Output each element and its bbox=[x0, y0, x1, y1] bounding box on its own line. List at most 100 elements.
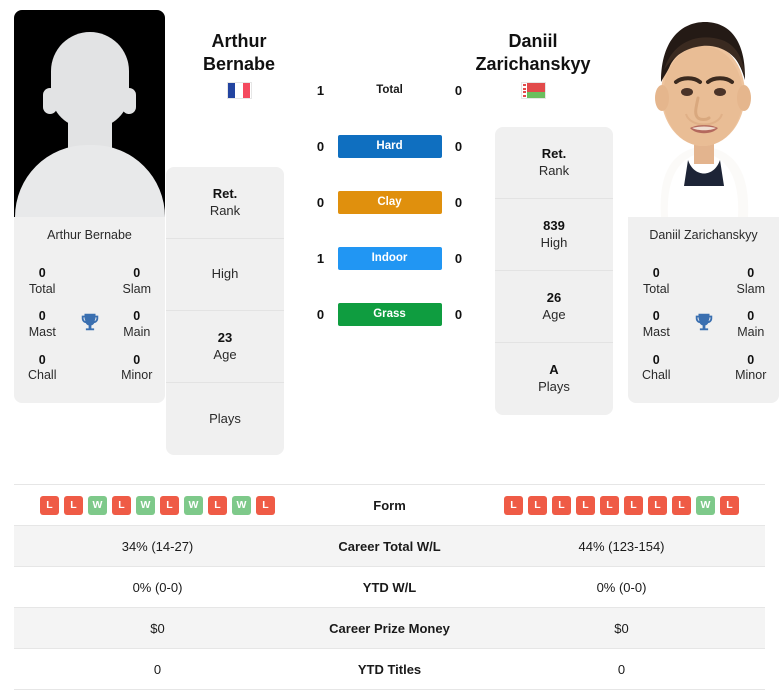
h2h-row-grass: 0 Grass 0 bbox=[310, 286, 470, 342]
h2h-row-hard: 0 Hard 0 bbox=[310, 118, 470, 174]
left-info-rank: Ret. Rank bbox=[166, 167, 284, 239]
h2h-indoor-right-score: 0 bbox=[454, 250, 463, 266]
right-info-rank-label: Rank bbox=[538, 162, 570, 178]
avatar-body-shape bbox=[14, 145, 165, 217]
left-titles-main-value: 0 bbox=[133, 309, 141, 324]
h2h-grass-right-score: 0 bbox=[454, 306, 463, 322]
form-badge-w: W bbox=[136, 495, 155, 515]
right-titles-slam-label: Slam bbox=[736, 281, 765, 296]
h2h-grass-left-score: 0 bbox=[316, 306, 325, 322]
right-career-prize-money: $0 bbox=[614, 620, 629, 636]
h2h-row-indoor: 1 Indoor 0 bbox=[310, 230, 470, 286]
h2h-indoor-left-score: 1 bbox=[316, 250, 325, 266]
form-badge-w: W bbox=[184, 495, 203, 515]
left-info-plays: Plays bbox=[166, 383, 284, 455]
stat-label-ytd-wl: YTD W/L bbox=[362, 579, 417, 595]
form-badge-l: L bbox=[40, 495, 59, 515]
right-titles-minor-label: Minor bbox=[735, 368, 767, 383]
right-player-titles-card: 0 Total 0 Slam 0 Mast 0 Main 0 Chall 0 M… bbox=[628, 253, 779, 403]
right-titles-total: 0 Total bbox=[628, 261, 685, 302]
h2h-total-label: Total bbox=[376, 83, 403, 96]
h2h-total-right-score: 0 bbox=[454, 82, 463, 98]
left-career-total-wl: 34% (14-27) bbox=[121, 538, 194, 554]
right-titles-total-value: 0 bbox=[652, 266, 660, 280]
h2h-hard-right-score: 0 bbox=[454, 138, 463, 154]
form-badge-l: L bbox=[600, 495, 619, 515]
h2h-grass-label[interactable]: Grass bbox=[337, 302, 442, 326]
comparison-header: Arthur Bernabe 0 Total 0 Slam 0 Mast 0 M… bbox=[0, 0, 779, 478]
h2h-clay-label[interactable]: Clay bbox=[337, 190, 442, 214]
right-info-age-value: 26 bbox=[546, 289, 562, 305]
form-badge-w: W bbox=[88, 495, 107, 515]
h2h-row-total: 1 Total 0 bbox=[310, 62, 470, 118]
left-trophy-cell bbox=[71, 311, 109, 338]
right-info-age-label: Age bbox=[542, 306, 566, 322]
right-titles-chall-label: Chall bbox=[642, 368, 671, 383]
right-player-nameplate: Daniil Zarichanskyy bbox=[628, 217, 779, 253]
left-titles-slam: 0 Slam bbox=[109, 261, 166, 302]
left-titles-slam-value: 0 bbox=[133, 266, 141, 280]
form-badge-l: L bbox=[648, 495, 667, 515]
right-info-card: Ret. Rank 839 High 26 Age A Plays bbox=[495, 127, 613, 415]
left-info-rank-value: Ret. bbox=[212, 185, 238, 201]
right-info-high: 839 High bbox=[495, 199, 613, 271]
left-career-prize-money: $0 bbox=[150, 620, 165, 636]
right-titles-slam-value: 0 bbox=[747, 266, 755, 280]
form-badge-l: L bbox=[256, 495, 275, 515]
left-info-high-label: High bbox=[211, 266, 239, 282]
h2h-indoor-label[interactable]: Indoor bbox=[337, 246, 442, 270]
form-badge-l: L bbox=[112, 495, 131, 515]
right-player-column: Daniil Zarichanskyy 0 Total 0 Slam 0 Mas… bbox=[614, 0, 779, 403]
left-titles-main-label: Main bbox=[123, 324, 151, 339]
form-badge-l: L bbox=[64, 495, 83, 515]
right-titles-total-label: Total bbox=[643, 281, 670, 296]
left-player-titles-card: 0 Total 0 Slam 0 Mast 0 Main 0 Chall 0 M… bbox=[14, 253, 165, 403]
table-row-ytd-titles: 0 YTD Titles 0 bbox=[14, 649, 765, 690]
right-info-column: Ret. Rank 839 High 26 Age A Plays bbox=[494, 0, 614, 415]
trophy-icon bbox=[79, 311, 101, 338]
right-ytd-wl: 0% (0-0) bbox=[596, 579, 647, 595]
right-info-age: 26 Age bbox=[495, 271, 613, 343]
avatar-ear-right bbox=[122, 88, 136, 114]
left-titles-total-value: 0 bbox=[38, 266, 46, 280]
left-titles-chall-value: 0 bbox=[38, 352, 46, 367]
stat-label-ytd-titles: YTD Titles bbox=[357, 661, 422, 677]
right-titles-mast-label: Mast bbox=[642, 324, 670, 339]
left-titles-main: 0 Main bbox=[109, 304, 166, 345]
table-row-form: LLWLWLWLWL Form LLLLLLLLWL bbox=[14, 484, 765, 526]
left-player-photo bbox=[14, 10, 165, 217]
right-titles-mast: 0 Mast bbox=[628, 304, 685, 345]
left-player-column: Arthur Bernabe 0 Total 0 Slam 0 Mast 0 M… bbox=[0, 0, 165, 403]
left-form-cell: LLWLWLWLWL bbox=[14, 485, 301, 526]
table-row-ytd-wl: 0% (0-0) YTD W/L 0% (0-0) bbox=[14, 567, 765, 608]
stat-label-career-total-wl: Career Total W/L bbox=[338, 538, 441, 554]
left-info-high: High bbox=[166, 239, 284, 311]
left-titles-chall-label: Chall bbox=[28, 368, 57, 383]
right-career-total-wl: 44% (123-154) bbox=[578, 538, 665, 554]
right-player-photo bbox=[628, 10, 779, 217]
form-badge-l: L bbox=[160, 495, 179, 515]
right-trophy-cell bbox=[685, 311, 723, 338]
right-form-cell: LLLLLLLLWL bbox=[478, 485, 765, 526]
right-form-strip: LLLLLLLLWL bbox=[478, 495, 765, 515]
left-titles-slam-label: Slam bbox=[122, 281, 151, 296]
left-titles-chall: 0 Chall bbox=[14, 348, 71, 389]
right-titles-main-value: 0 bbox=[747, 309, 755, 324]
right-titles-chall: 0 Chall bbox=[628, 348, 685, 389]
left-titles-total: 0 Total bbox=[14, 261, 71, 302]
left-ytd-titles: 0 bbox=[153, 661, 162, 677]
form-badge-l: L bbox=[552, 495, 571, 515]
form-badge-l: L bbox=[672, 495, 691, 515]
right-titles-main: 0 Main bbox=[723, 304, 779, 345]
right-info-plays-value: A bbox=[549, 362, 559, 378]
form-badge-l: L bbox=[504, 495, 523, 515]
right-titles-main-label: Main bbox=[737, 324, 765, 339]
left-player-nameplate: Arthur Bernabe bbox=[14, 217, 165, 253]
h2h-hard-label[interactable]: Hard bbox=[337, 134, 442, 158]
left-info-column: Ret. Rank High 23 Age Plays bbox=[165, 0, 285, 455]
left-titles-mast-label: Mast bbox=[28, 324, 56, 339]
right-info-high-value: 839 bbox=[543, 217, 565, 233]
form-badge-l: L bbox=[208, 495, 227, 515]
h2h-hard-left-score: 0 bbox=[316, 138, 325, 154]
left-info-age: 23 Age bbox=[166, 311, 284, 383]
